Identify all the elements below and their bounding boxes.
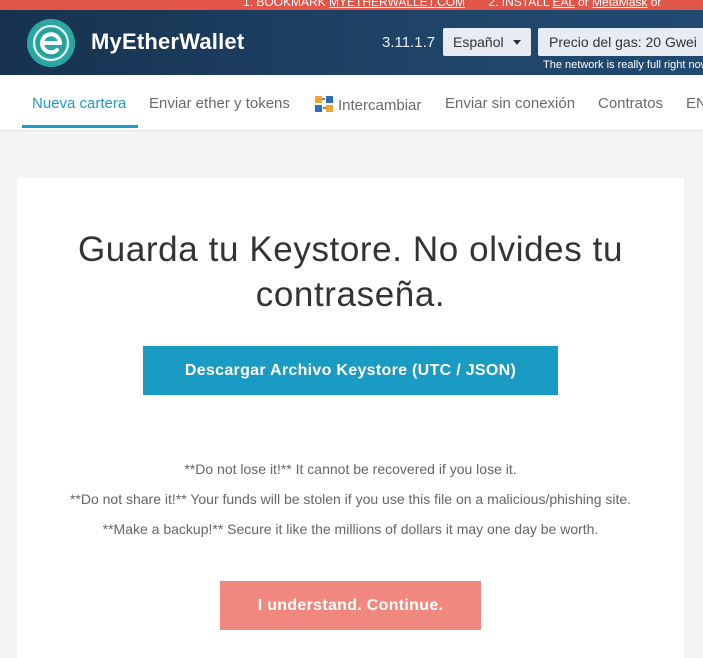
tab-send-ether-tokens[interactable]: Enviar ether y tokens [149, 95, 290, 112]
announcement-step1: 1. BOOKMARK [243, 0, 330, 9]
tab-swap-label: Intercambiar [338, 97, 422, 114]
gas-price-dropdown[interactable]: Precio del gas: 20 Gwei [538, 28, 703, 56]
keystore-card: Guarda tu Keystore. No olvides tu contra… [17, 178, 684, 658]
tab-ens[interactable]: ENS [686, 95, 703, 112]
warning-do-not-share: **Do not share it!** Your funds will be … [69, 491, 632, 507]
chevron-down-icon [513, 40, 521, 45]
announcement-bar: 1. BOOKMARK MYETHERWALLET.COM 2. INSTALL… [0, 0, 703, 10]
bookmark-link[interactable]: MYETHERWALLET.COM [329, 0, 465, 9]
gas-price-label: Precio del gas: 20 Gwei [549, 34, 697, 50]
continue-button[interactable]: I understand. Continue. [220, 581, 481, 630]
tab-swap[interactable]: Intercambiar [314, 95, 421, 117]
version-label: 3.11.1.7 [382, 34, 436, 51]
language-label: Español [453, 34, 504, 50]
metamask-link[interactable]: MetaMask [592, 0, 647, 9]
announcement-or: or [574, 0, 593, 9]
warning-make-backup: **Make a backup!** Secure it like the mi… [102, 521, 599, 537]
eal-link[interactable]: EAL [552, 0, 574, 9]
myetherwallet-logo-icon[interactable] [27, 19, 75, 67]
language-dropdown[interactable]: Español [443, 28, 531, 56]
tab-contracts[interactable]: Contratos [598, 95, 663, 112]
tab-send-offline[interactable]: Enviar sin conexión [445, 95, 575, 112]
header: MyEtherWallet 3.11.1.7 Español Precio de… [0, 10, 703, 75]
swap-icon [314, 95, 334, 117]
active-tab-indicator [22, 125, 138, 128]
tab-new-wallet[interactable]: Nueva cartera [32, 95, 126, 112]
warning-do-not-lose: **Do not lose it!** It cannot be recover… [184, 461, 517, 477]
announcement-step2: 2. INSTALL [488, 0, 553, 9]
network-status-note: The network is really full right now [543, 59, 703, 71]
page-title: Guarda tu Keystore. No olvides tu contra… [77, 230, 624, 314]
brand-name[interactable]: MyEtherWallet [91, 29, 244, 55]
announcement-suffix: or [647, 0, 662, 9]
main-nav: Nueva cartera Enviar ether y tokens Inte… [0, 75, 703, 131]
download-keystore-button[interactable]: Descargar Archivo Keystore (UTC / JSON) [143, 346, 558, 395]
